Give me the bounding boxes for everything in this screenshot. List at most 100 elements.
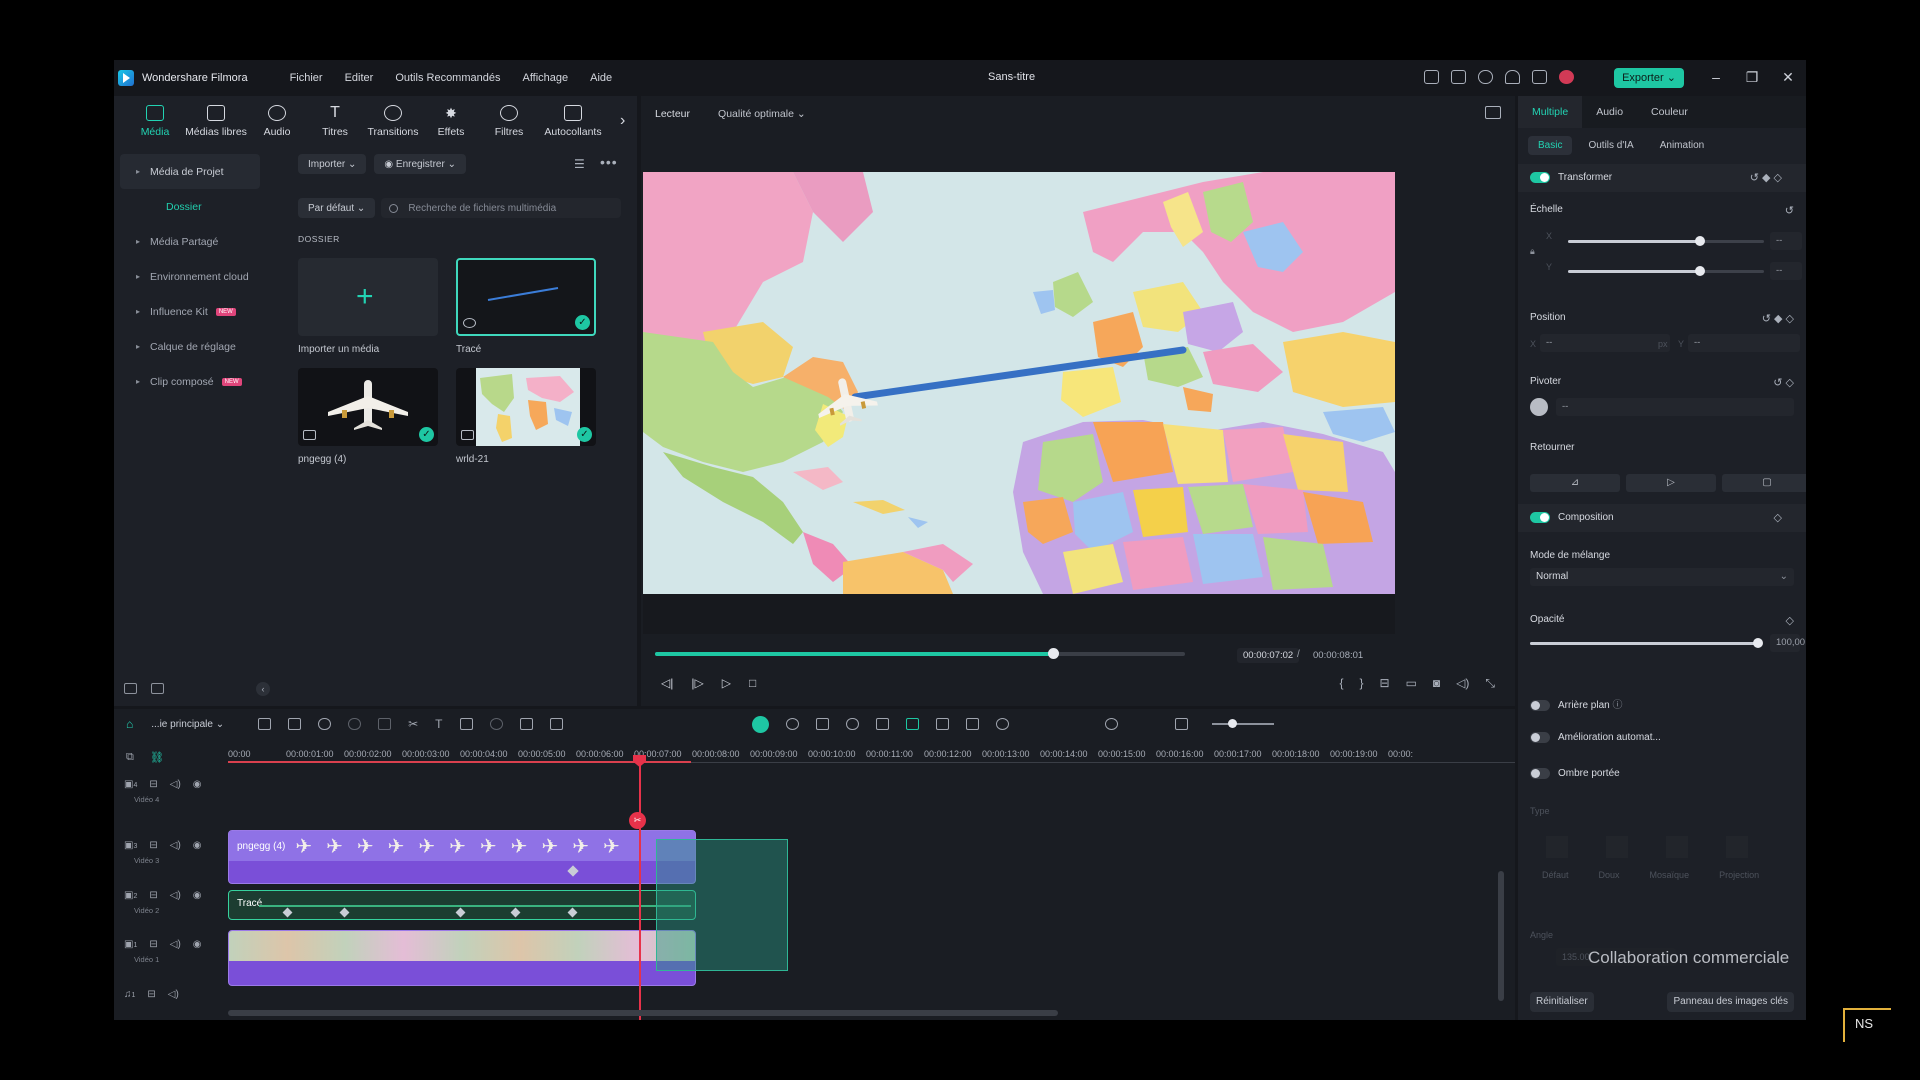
keyframe-marker[interactable] (455, 907, 466, 918)
tab-media[interactable]: Média (126, 102, 184, 148)
import-button[interactable]: Importer ⌄ (298, 154, 367, 174)
mute-icon[interactable]: ◁) (170, 840, 181, 851)
shadow-preset-default[interactable] (1546, 836, 1568, 858)
rotate-dial-icon[interactable] (1530, 398, 1548, 416)
select-tool-icon[interactable] (288, 718, 302, 730)
more-options-icon[interactable]: ••• (600, 154, 618, 170)
shield-icon[interactable] (815, 718, 829, 730)
keyframe-panel-button[interactable]: Panneau des images clés (1667, 992, 1794, 1012)
zoom-out-icon[interactable] (995, 718, 1009, 730)
transform-toggle[interactable] (1530, 171, 1550, 183)
auto-enhance-toggle[interactable] (1530, 732, 1550, 743)
pip-icon[interactable] (935, 718, 949, 730)
sort-dropdown[interactable]: Par défaut ⌄ (298, 198, 376, 218)
split-scissors-icon[interactable]: ✂ (629, 812, 646, 829)
timeline-horizontal-scrollbar[interactable] (228, 1010, 1058, 1016)
mute-icon[interactable]: ◁) (170, 939, 181, 950)
chevron-right-icon[interactable]: › (620, 112, 625, 130)
shadow-preset-projection[interactable] (1726, 836, 1748, 858)
home-icon[interactable]: ⌂ (126, 717, 133, 731)
scale-x-slider[interactable] (1568, 236, 1764, 246)
lock-ratio-icon[interactable]: 🔒︎ (1530, 246, 1535, 257)
volume-icon[interactable]: ◁) (1456, 676, 1469, 691)
undo-icon[interactable] (318, 718, 332, 730)
tab-effects[interactable]: ✸ Effets (422, 102, 480, 148)
opacity-field[interactable]: 100,00 (1770, 634, 1805, 652)
tab-audio-props[interactable]: Audio (1582, 96, 1637, 128)
eye-icon[interactable]: ◉ (193, 939, 202, 950)
new-folder-icon[interactable] (124, 683, 137, 694)
link-tracks-icon[interactable]: ⛓︎ (150, 751, 164, 764)
marker-icon[interactable] (965, 718, 979, 730)
menu-aide[interactable]: Aide (590, 72, 612, 84)
mute-icon[interactable]: ◁) (168, 989, 179, 1000)
sidebar-item-influence-kit[interactable]: ▸ Influence Kit NEW (120, 294, 260, 329)
opacity-slider[interactable] (1530, 638, 1763, 648)
insert-icon[interactable]: ⊟ (1380, 676, 1390, 691)
slider-knob[interactable] (1695, 236, 1705, 246)
audio-list-icon[interactable] (875, 718, 889, 730)
save-icon[interactable] (1451, 70, 1466, 84)
zoom-knob[interactable] (1228, 719, 1237, 728)
delete-icon[interactable] (378, 718, 392, 730)
tab-stock-media[interactable]: Médias libres (184, 102, 248, 148)
crop-icon[interactable] (459, 718, 473, 730)
reset-keyframe-icons[interactable]: ↺ ◆ ◇ (1750, 164, 1782, 192)
grid-view-icon[interactable] (1174, 718, 1188, 730)
folder-icon[interactable] (151, 683, 164, 694)
import-media-tile[interactable]: + (298, 258, 438, 336)
position-y-field[interactable]: -- (1688, 334, 1800, 352)
shadow-preset-soft[interactable] (1606, 836, 1628, 858)
main-timeline-dropdown[interactable]: ...ie principale ⌄ (151, 719, 224, 730)
fullscreen-icon[interactable]: ⤡ (1485, 676, 1495, 691)
lock-icon[interactable]: ⊟ (149, 890, 157, 901)
cloud-icon[interactable] (1478, 70, 1493, 84)
timeline-vertical-scrollbar[interactable] (1498, 871, 1504, 1001)
mute-icon[interactable]: ◁) (170, 779, 181, 790)
link-icon[interactable] (519, 718, 533, 730)
tab-multiple[interactable]: Multiple (1518, 96, 1583, 128)
scale-y-slider[interactable] (1568, 266, 1764, 276)
group-icon[interactable] (549, 718, 563, 730)
shadow-preset-mosaic[interactable] (1666, 836, 1688, 858)
mute-icon[interactable]: ◁) (170, 890, 181, 901)
monitor-icon[interactable] (1424, 70, 1439, 84)
redo-icon[interactable] (348, 718, 362, 730)
reset-keyframe-icons[interactable]: ↺ ◆ ◇ (1762, 312, 1794, 325)
collapse-sidebar-icon[interactable]: ‹ (256, 682, 270, 696)
progress-knob[interactable] (1047, 648, 1059, 659)
zoom-slider[interactable] (1212, 723, 1274, 725)
eye-icon[interactable]: ◉ (193, 840, 202, 851)
step-forward-icon[interactable]: |▷ (691, 676, 703, 690)
keyframe-icon[interactable]: ◇ (1786, 614, 1794, 627)
camera-icon[interactable]: ◙ (1433, 676, 1440, 691)
drop-shadow-toggle[interactable] (1530, 768, 1550, 779)
close-icon[interactable]: ✕ (1770, 60, 1806, 96)
mark-out-icon[interactable]: } (1359, 676, 1363, 691)
media-search-input[interactable]: Recherche de fichiers multimédia (381, 198, 622, 218)
minimize-icon[interactable]: – (1698, 60, 1734, 96)
lock-icon[interactable]: ⊟ (147, 989, 155, 1000)
tab-audio[interactable]: Audio (248, 102, 306, 148)
headset-icon[interactable] (1505, 70, 1520, 84)
user-avatar-icon[interactable] (1559, 70, 1574, 84)
export-button[interactable]: Exporter ⌄ (1614, 68, 1684, 88)
clip-trace[interactable]: Tracé (228, 890, 696, 920)
flip-vertical-button[interactable]: ▷ (1626, 474, 1716, 492)
preview-progress-bar[interactable] (655, 648, 1185, 659)
play-icon[interactable]: ▷ (722, 676, 731, 690)
add-track-icon[interactable]: ⧉ (126, 751, 134, 764)
lock-icon[interactable]: ⊟ (149, 779, 157, 790)
background-toggle[interactable] (1530, 699, 1550, 711)
eye-icon[interactable]: ◉ (193, 779, 202, 790)
rotate-field[interactable]: -- (1556, 398, 1794, 416)
tab-titles[interactable]: T Titres (306, 102, 364, 148)
keyframe-marker[interactable] (567, 907, 578, 918)
clip-pngegg[interactable]: pngegg (4) ✈✈✈✈✈✈✈✈✈✈✈ (228, 830, 696, 884)
blend-mode-select[interactable]: Normal ⌄ (1530, 568, 1794, 586)
sidebar-item-folder[interactable]: Dossier (120, 189, 260, 224)
reset-keyframe-icons[interactable]: ↺ ◇ (1773, 376, 1794, 389)
lock-icon[interactable]: ⊟ (149, 840, 157, 851)
color-icon[interactable] (489, 718, 503, 730)
sidebar-item-cloud[interactable]: ▸ Environnement cloud (120, 259, 260, 294)
